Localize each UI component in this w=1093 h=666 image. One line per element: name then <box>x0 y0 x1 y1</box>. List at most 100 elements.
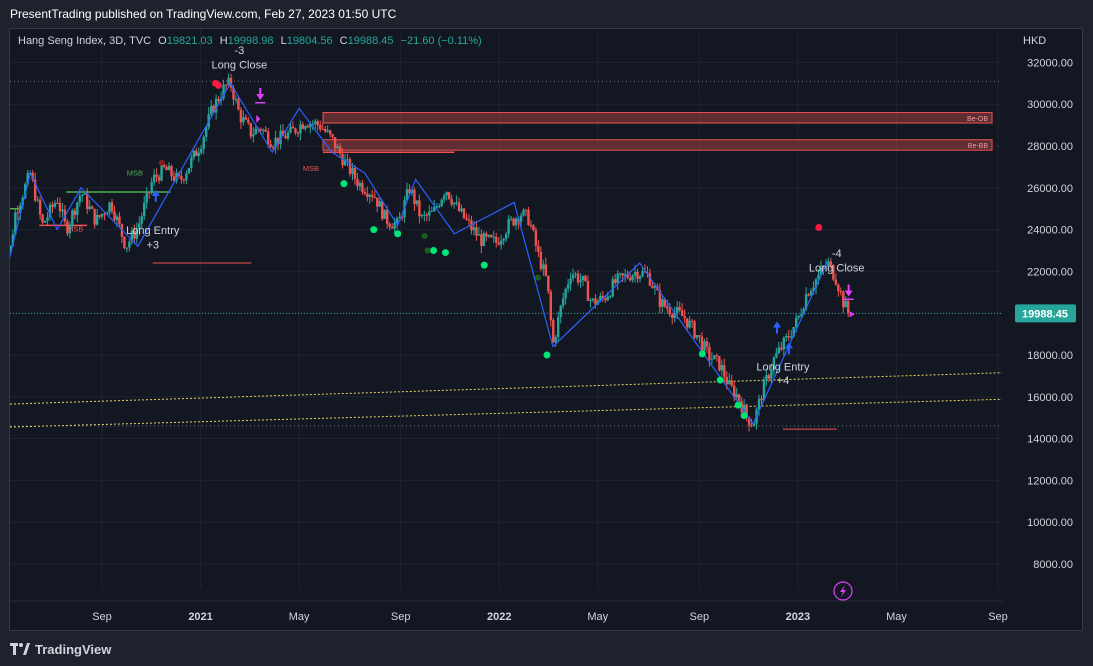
candle <box>182 179 186 181</box>
price-tick-label: 26000.00 <box>1027 183 1073 195</box>
candle <box>554 336 557 343</box>
candle <box>477 234 481 236</box>
price-tick-label: 30000.00 <box>1027 99 1073 111</box>
tradingview-brand: TradingView <box>35 641 112 657</box>
candle <box>730 380 733 386</box>
candle <box>36 199 39 201</box>
time-tick-label: May <box>886 611 907 623</box>
candle <box>296 132 300 134</box>
candle <box>383 209 386 219</box>
buy-signal-dot <box>441 249 449 257</box>
candle <box>242 117 245 123</box>
price-chart[interactable]: Be-OBBe-BB -3Long CloseLong Entry+3-4Lon… <box>10 29 1082 630</box>
lightning-icon-bolt <box>840 585 846 597</box>
candle <box>606 296 609 301</box>
candle <box>485 233 488 237</box>
tradingview-logo[interactable]: TradingView <box>10 640 111 658</box>
candle <box>376 197 379 207</box>
candle <box>415 200 419 205</box>
candle <box>361 183 364 193</box>
buy-signal-dot <box>543 351 551 359</box>
candle <box>356 178 359 187</box>
candle <box>834 279 838 285</box>
candle <box>844 300 847 308</box>
candle <box>509 218 513 220</box>
candle <box>140 216 143 224</box>
candle <box>323 128 327 132</box>
candle <box>289 126 292 133</box>
candle <box>371 194 374 197</box>
time-tick-label: Sep <box>391 611 411 623</box>
candle <box>547 275 550 292</box>
candle <box>160 164 163 181</box>
candle <box>237 99 240 110</box>
candle <box>81 194 84 196</box>
candle <box>552 320 555 343</box>
candle <box>88 206 91 210</box>
order-block-zones: Be-OB Be-BB <box>322 112 993 151</box>
symbol-legend: Hang Seng Index, 3D, TVC O19821.03 H1999… <box>18 35 482 47</box>
candle <box>76 202 79 215</box>
weak-signal-dot <box>535 274 542 281</box>
time-tick-label: Sep <box>690 611 710 623</box>
candle <box>217 98 220 102</box>
candle <box>259 129 262 131</box>
candle <box>574 273 577 275</box>
buy-signal-dot <box>698 350 706 358</box>
chart-pane[interactable]: Be-OB Be-BB -3 Long Close Long Entry +3 -4 Lon… <box>9 28 1083 631</box>
candle <box>46 217 49 222</box>
candle <box>333 137 337 149</box>
candle <box>690 320 694 322</box>
candle <box>837 284 840 292</box>
candle <box>695 335 699 338</box>
candle <box>609 296 612 298</box>
candle <box>713 355 716 360</box>
candle <box>472 227 476 231</box>
candle <box>703 341 706 351</box>
last-price-label: 19988.45 <box>1022 308 1068 320</box>
high-label: H <box>219 35 228 47</box>
candle <box>787 335 790 338</box>
candle <box>83 193 86 195</box>
candle <box>38 199 42 215</box>
candle <box>445 192 448 196</box>
candle <box>514 218 518 226</box>
candle <box>118 216 121 225</box>
trendlines <box>10 80 1003 430</box>
trendline-lower <box>10 398 1003 428</box>
msb-label: MSB <box>127 168 143 177</box>
candle <box>390 226 394 229</box>
candle <box>16 212 20 214</box>
candle <box>125 247 129 249</box>
candle <box>319 124 322 129</box>
signal-annotation: +3 <box>146 239 159 251</box>
lightning-icon[interactable] <box>833 581 853 601</box>
candle <box>785 335 788 338</box>
exit-triangle-icon <box>849 311 855 318</box>
candle <box>430 211 433 213</box>
candle <box>537 246 540 252</box>
open-value: 19821.03 <box>166 35 213 47</box>
candle <box>321 128 324 130</box>
candle <box>314 121 317 124</box>
candle <box>564 288 567 299</box>
trendline-upper <box>10 372 1003 405</box>
time-tick-label: Sep <box>92 611 112 623</box>
candle <box>353 167 357 179</box>
change-value: −21.60 (−0.11%) <box>400 35 482 47</box>
candle <box>522 209 525 216</box>
candle <box>304 126 307 129</box>
time-tick-label: 2023 <box>786 611 810 623</box>
candle <box>209 105 213 115</box>
price-tick-label: 14000.00 <box>1027 434 1073 446</box>
zone-label: Be-OB <box>967 116 988 123</box>
price-tick-label: 24000.00 <box>1027 225 1073 237</box>
candle <box>631 275 634 281</box>
candle <box>428 211 431 216</box>
symbol-name: Hang Seng Index, 3D, TVC <box>18 35 152 47</box>
buy-signal-dot <box>340 180 348 188</box>
candle <box>455 202 458 204</box>
candle <box>152 174 156 183</box>
signal-annotation: +4 <box>777 375 790 387</box>
time-axis: Sep 2021 May Sep 2022 May Sep 2023 May Sep <box>10 581 1008 623</box>
